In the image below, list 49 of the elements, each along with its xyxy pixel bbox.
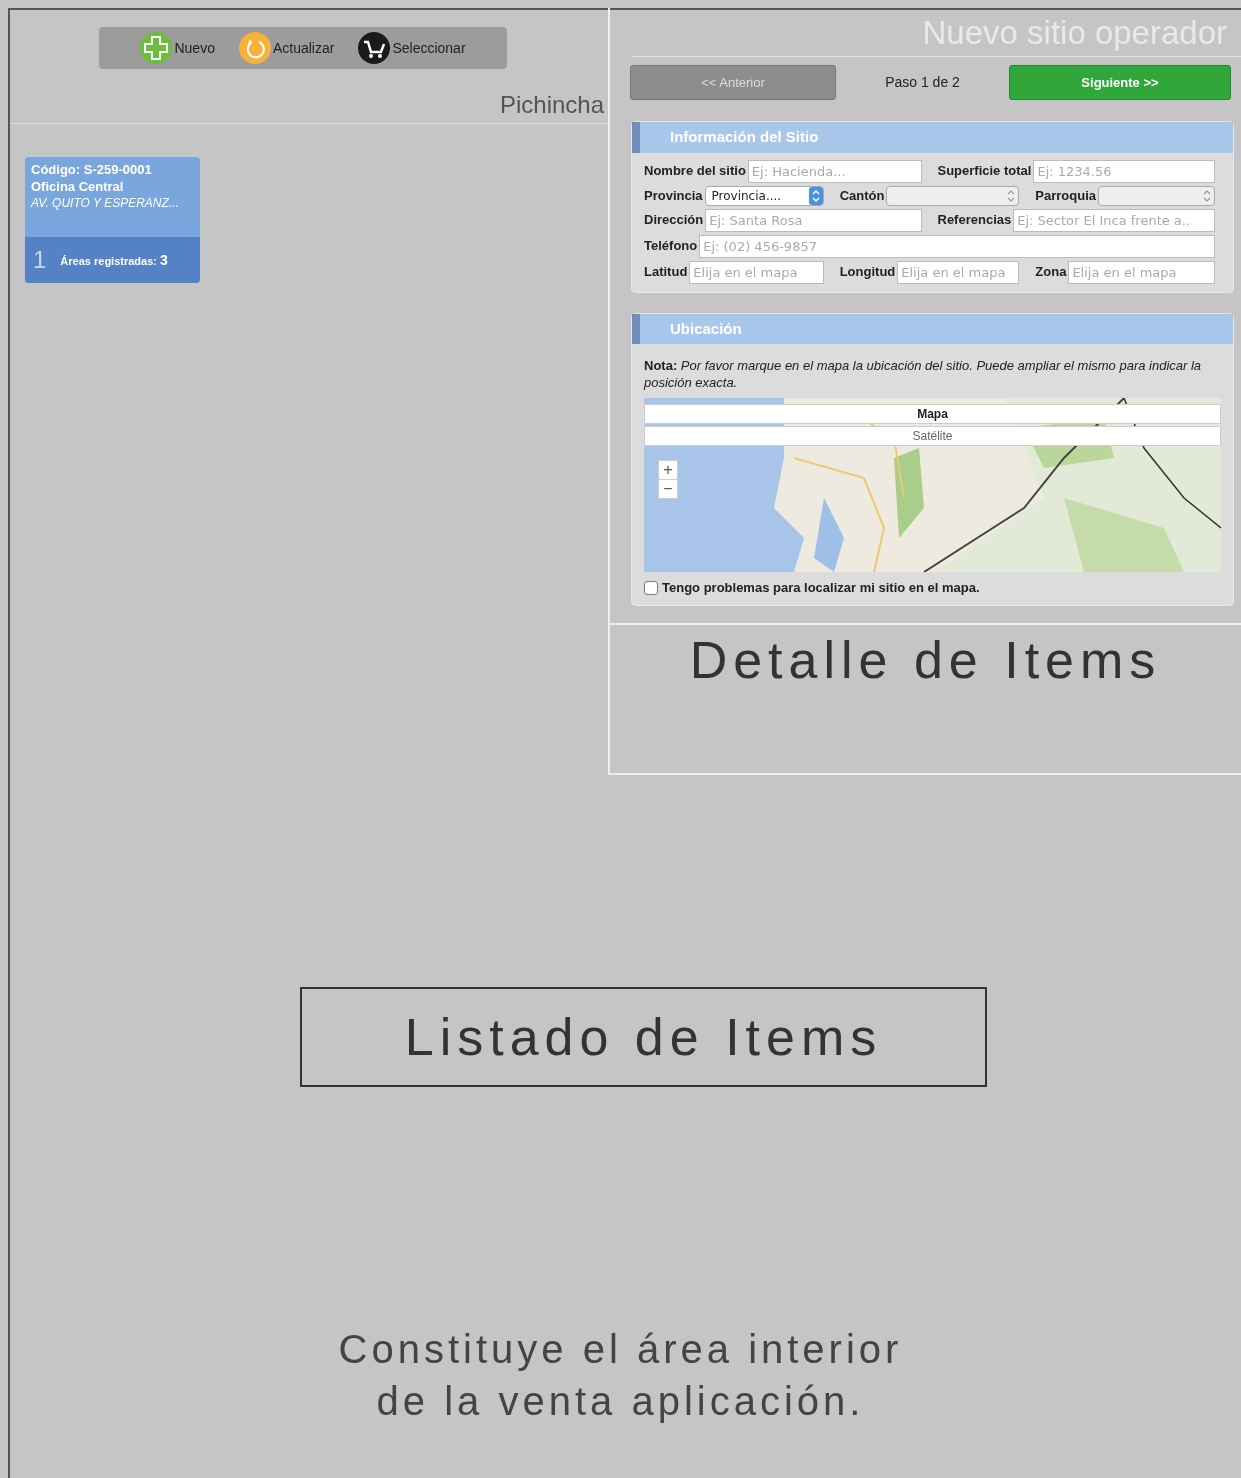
- refresh-icon: [238, 32, 271, 64]
- field-label: Parroquia: [1035, 186, 1097, 205]
- field-label: Cantón: [839, 186, 885, 205]
- map-type-option[interactable]: Satélite: [644, 425, 1221, 446]
- note-text: Nota: Por favor marque en el mapa la ubicación del sitio. Puede ampliar el mismo para indicar la posición exacta.: [642, 357, 1203, 392]
- description-line: de la venta aplicación.: [375, 1378, 866, 1425]
- site-number: 1: [33, 245, 47, 275]
- input-field[interactable]: Ej: Hacienda...: [747, 159, 922, 183]
- list-caption: Listado de Items: [300, 987, 987, 1087]
- dropdown[interactable]: Provincia....: [704, 185, 824, 206]
- site-address: AV. QUITO Y ESPERANZ...: [31, 195, 180, 212]
- zoom-in-button[interactable]: +: [658, 459, 678, 480]
- section-header: Información del Sitio: [632, 122, 1233, 153]
- field-label: Nombre del sitio: [644, 162, 746, 181]
- field-label: Longitud: [839, 263, 896, 282]
- site-code: Código: S-259-0001: [31, 162, 153, 179]
- input-field[interactable]: Ej: Sector El Inca frente a..: [1013, 208, 1215, 232]
- input-field[interactable]: Elija en el mapa: [897, 260, 1020, 284]
- areas-count: Áreas registradas: 3: [60, 250, 168, 270]
- plus-icon: [140, 32, 173, 64]
- site-card[interactable]: Código: S-259-0001 Oficina Central AV. QUITO Y ESPERANZ... 1 Áreas registradas: 3: [25, 157, 200, 283]
- region-label: Pichincha: [498, 93, 605, 117]
- toolbar-button[interactable]: Seleccionar: [358, 32, 466, 64]
- toolbar-button[interactable]: Actualizar: [238, 32, 335, 64]
- field-label: Referencias: [937, 211, 1012, 230]
- input-field[interactable]: Elija en el mapa: [689, 260, 824, 284]
- field-label: Teléfono: [644, 237, 698, 256]
- field-label: Dirección: [644, 211, 704, 230]
- map-type-option[interactable]: Mapa: [644, 403, 1221, 424]
- toolbar-button[interactable]: Nuevo: [140, 32, 215, 64]
- zoom-out-button[interactable]: −: [658, 478, 678, 499]
- input-field[interactable]: Ej: Santa Rosa: [705, 208, 922, 232]
- step-indicator: Paso 1 de 2: [884, 73, 961, 92]
- checkbox[interactable]: [644, 580, 658, 595]
- section-header: Ubicación: [632, 313, 1233, 344]
- checkbox-label: Tengo problemas para localizar mi sitio en el mapa.: [662, 578, 980, 597]
- input-field[interactable]: Ej: (02) 456-9857: [699, 234, 1215, 258]
- cart-icon: [358, 32, 391, 64]
- next-button[interactable]: Siguiente >>: [1009, 65, 1231, 100]
- detail-caption: Detalle de Items: [610, 623, 1241, 692]
- field-label: Zona: [1035, 263, 1067, 282]
- description-line: Constituye el área interior: [337, 1326, 904, 1373]
- site-name: Oficina Central: [31, 178, 125, 196]
- field-label: Latitud: [644, 263, 688, 282]
- input-field[interactable]: Elija en el mapa: [1068, 260, 1215, 284]
- updown-arrows-icon: [808, 186, 823, 205]
- field-label: Provincia: [644, 186, 703, 205]
- input-field[interactable]: Ej: 1234.56: [1033, 159, 1215, 183]
- field-label: Superficie total: [937, 162, 1032, 181]
